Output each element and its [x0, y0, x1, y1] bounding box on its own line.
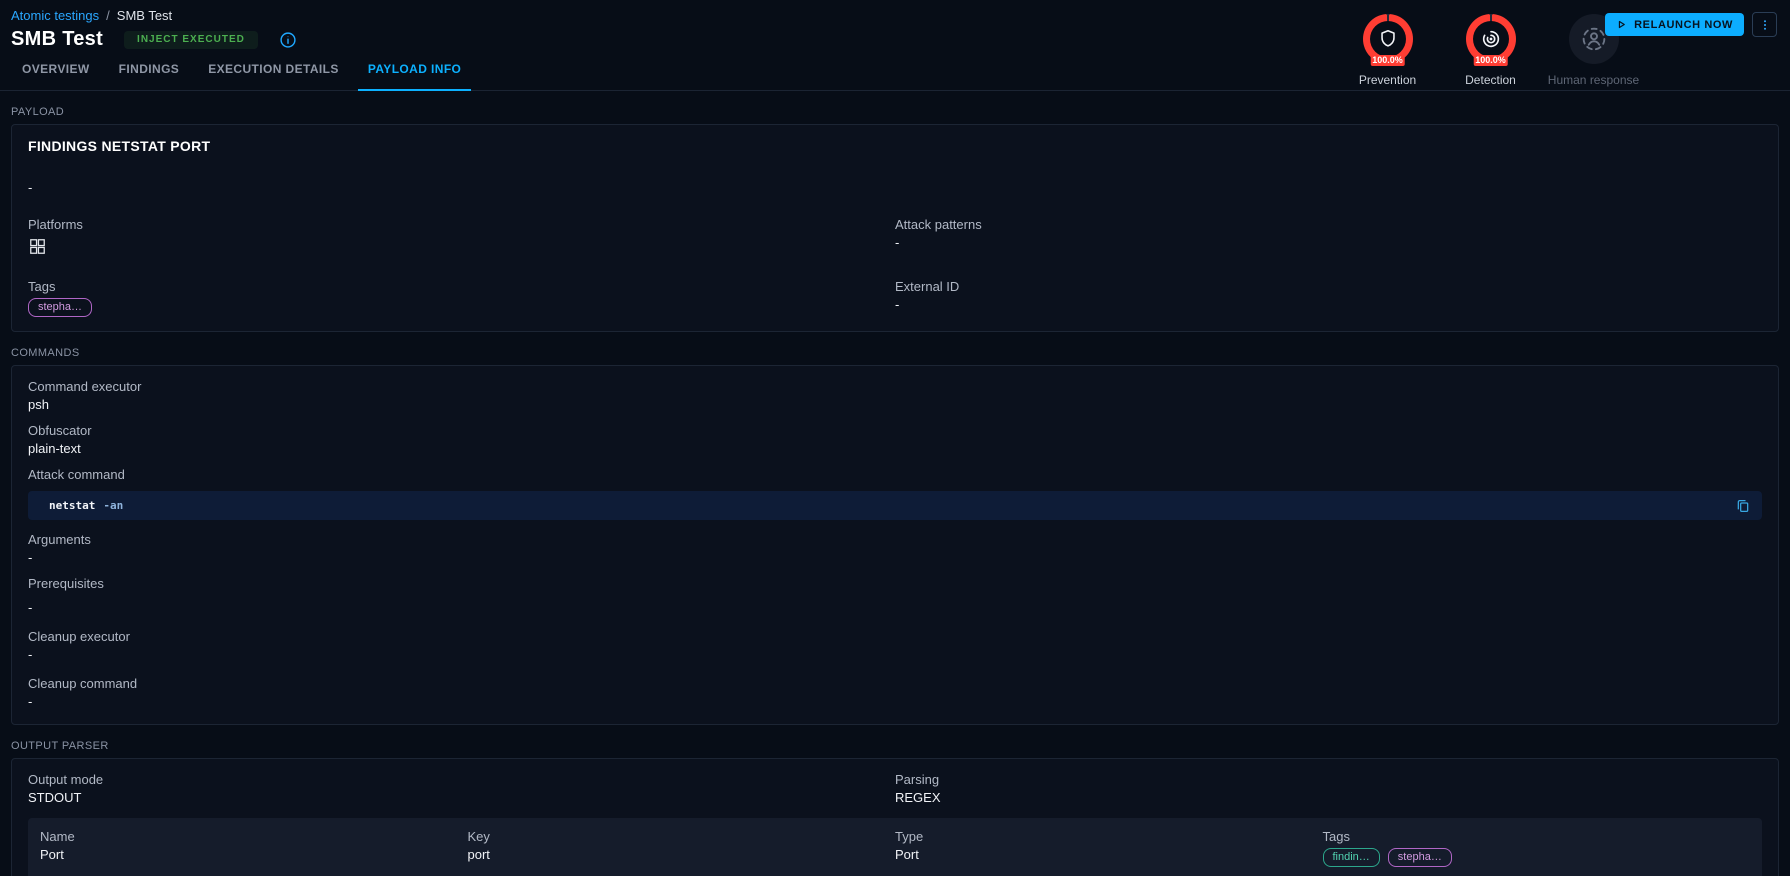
status-badge: INJECT EXECUTED: [124, 31, 258, 49]
tag-chip[interactable]: findin…: [1323, 848, 1380, 867]
arguments-label: Arguments: [28, 532, 1762, 548]
breadcrumb: Atomic testings / SMB Test: [11, 8, 172, 23]
output-parser-section-label: OUTPUT PARSER: [11, 740, 1779, 752]
parser-key-value: port: [468, 847, 896, 863]
radar-icon: [1480, 28, 1502, 50]
parser-name-field: Name Port: [40, 829, 468, 867]
prerequisites-field: Prerequisites -: [28, 576, 1762, 616]
header-actions: RELAUNCH NOW: [1605, 12, 1777, 37]
tag-chip[interactable]: stepha…: [28, 298, 92, 317]
title-row: SMB Test INJECT EXECUTED: [11, 28, 297, 51]
platforms-field: Platforms: [28, 217, 895, 259]
detection-score-value: 100.0%: [1473, 55, 1508, 66]
more-options-button[interactable]: [1752, 12, 1777, 37]
parsing-label: Parsing: [895, 772, 1762, 788]
breadcrumb-separator: /: [106, 8, 110, 23]
breadcrumb-root-link[interactable]: Atomic testings: [11, 8, 99, 23]
windows-icon: [28, 237, 47, 256]
parsing-value: REGEX: [895, 790, 1762, 806]
cleanup-command-value: -: [28, 694, 1762, 710]
platforms-label: Platforms: [28, 217, 895, 233]
cleanup-executor-label: Cleanup executor: [28, 629, 1762, 645]
cleanup-command-label: Cleanup command: [28, 676, 1762, 692]
output-mode-label: Output mode: [28, 772, 895, 788]
attack-command-code-block: netstat-an: [28, 491, 1762, 520]
attack-patterns-field: Attack patterns -: [895, 217, 1762, 259]
page-header: Atomic testings / SMB Test SMB Test INJE…: [0, 0, 1790, 91]
prevention-score: 100.0% Prevention: [1336, 14, 1439, 87]
command-executor-value: psh: [28, 397, 1762, 413]
detection-gauge: 100.0%: [1466, 14, 1516, 64]
cleanup-executor-field: Cleanup executor -: [28, 629, 1762, 663]
external-id-value: -: [895, 297, 1762, 313]
parsing-field: Parsing REGEX: [895, 772, 1762, 806]
command-executor-label: Command executor: [28, 379, 1762, 395]
parser-tags-label: Tags: [1323, 829, 1751, 845]
parser-key-label: Key: [468, 829, 896, 845]
page-title: SMB Test: [11, 28, 103, 51]
cleanup-command-field: Cleanup command -: [28, 676, 1762, 710]
copy-attack-command-button[interactable]: [1735, 498, 1751, 514]
command-executor-field: Command executor psh: [28, 379, 1762, 413]
obfuscator-field: Obfuscator plain-text: [28, 423, 1762, 457]
tab-bar: OVERVIEW FINDINGS EXECUTION DETAILS PAYL…: [12, 49, 471, 91]
parser-name-label: Name: [40, 829, 468, 845]
prerequisites-label: Prerequisites: [28, 576, 1762, 592]
payload-card: FINDINGS NETSTAT PORT - Platforms Attack…: [11, 124, 1779, 332]
obfuscator-label: Obfuscator: [28, 423, 1762, 439]
prevention-gauge: 100.0%: [1363, 14, 1413, 64]
play-icon: [1616, 19, 1627, 30]
tag-chip[interactable]: stepha…: [1388, 848, 1452, 867]
arguments-field: Arguments -: [28, 532, 1762, 566]
output-parser-card: Output mode STDOUT Parsing REGEX Name Po…: [11, 758, 1779, 876]
tab-execution-details[interactable]: EXECUTION DETAILS: [198, 49, 349, 91]
prevention-score-value: 100.0%: [1370, 55, 1405, 66]
relaunch-now-button[interactable]: RELAUNCH NOW: [1605, 13, 1744, 36]
cleanup-executor-value: -: [28, 647, 1762, 663]
parser-key-field: Key port: [468, 829, 896, 867]
output-mode-value: STDOUT: [28, 790, 895, 806]
tab-overview[interactable]: OVERVIEW: [12, 49, 100, 91]
detection-score: 100.0% Detection: [1439, 14, 1542, 87]
parser-type-label: Type: [895, 829, 1323, 845]
parser-type-field: Type Port: [895, 829, 1323, 867]
arguments-value: -: [28, 550, 1762, 566]
payload-section-label: PAYLOAD: [11, 106, 1779, 118]
attack-command-label: Attack command: [28, 467, 1762, 483]
shield-icon: [1377, 28, 1399, 50]
tab-findings[interactable]: FINDINGS: [109, 49, 190, 91]
prerequisites-value: -: [28, 600, 1762, 616]
breadcrumb-current: SMB Test: [117, 8, 172, 23]
attack-patterns-value: -: [895, 235, 1762, 251]
detection-score-label: Detection: [1465, 73, 1516, 87]
kebab-icon: [1758, 18, 1772, 32]
external-id-field: External ID -: [895, 279, 1762, 317]
output-mode-field: Output mode STDOUT: [28, 772, 895, 806]
prevention-score-label: Prevention: [1359, 73, 1416, 87]
commands-section-label: COMMANDS: [11, 347, 1779, 359]
copy-icon: [1735, 498, 1751, 514]
info-icon[interactable]: [279, 31, 297, 49]
attack-patterns-label: Attack patterns: [895, 217, 1762, 233]
payload-description: -: [28, 180, 1762, 195]
tab-payload-info[interactable]: PAYLOAD INFO: [358, 49, 471, 91]
parser-panel: Name Port Key port Type Port Tags findin…: [28, 818, 1762, 876]
payload-tags-field: Tags stepha…: [28, 279, 895, 317]
external-id-label: External ID: [895, 279, 1762, 295]
person-icon: [1579, 24, 1609, 54]
commands-card: Command executor psh Obfuscator plain-te…: [11, 365, 1779, 725]
payload-title: FINDINGS NETSTAT PORT: [28, 138, 1762, 154]
payload-tags-label: Tags: [28, 279, 895, 295]
score-gauges: 100.0% Prevention 100.0% Detection: [1336, 14, 1645, 87]
parser-name-value: Port: [40, 847, 468, 863]
parser-type-value: Port: [895, 847, 1323, 863]
human-response-score-label: Human response: [1548, 73, 1639, 87]
obfuscator-value: plain-text: [28, 441, 1762, 457]
attack-command-text: netstat-an: [49, 499, 123, 512]
page-content: PAYLOAD FINDINGS NETSTAT PORT - Platform…: [0, 106, 1790, 876]
parser-tags-field: Tags findin… stepha…: [1323, 829, 1751, 867]
